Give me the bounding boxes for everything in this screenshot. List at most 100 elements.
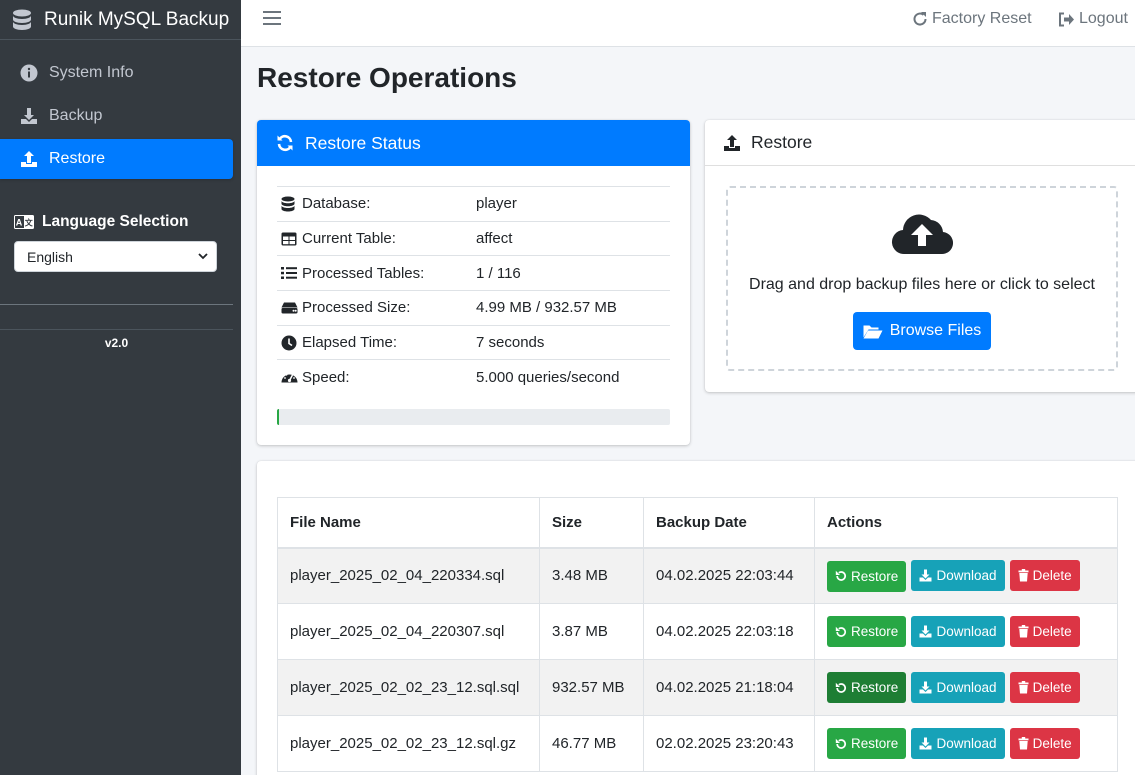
sync-icon (275, 133, 295, 153)
file-size-cell: 3.48 MB (539, 547, 644, 604)
column-header-backup-date: Backup Date (643, 497, 815, 549)
file-size-cell: 46.77 MB (539, 715, 644, 772)
upload-icon (19, 149, 39, 169)
restore-button[interactable]: Restore (827, 728, 907, 760)
delete-button[interactable]: Delete (1009, 615, 1080, 647)
trash-icon (1018, 736, 1029, 750)
clock-icon (281, 335, 299, 351)
delete-button[interactable]: Delete (1009, 560, 1080, 591)
cloud-upload-icon (892, 214, 953, 255)
upload-icon (723, 134, 741, 152)
undo-icon (835, 626, 847, 638)
actions-cell: Restore Download Delete (814, 547, 1118, 604)
sidebar-item-label: Restore (49, 150, 106, 167)
status-value: 1 / 116 (476, 264, 521, 282)
restore-button[interactable]: Restore (827, 616, 907, 648)
table-header-row: File Name Size Backup Date Actions (277, 497, 1118, 549)
backup-files-table: File Name Size Backup Date Actions playe… (277, 497, 1118, 772)
browse-files-button[interactable]: Browse Files (853, 312, 991, 350)
column-header-actions: Actions (814, 497, 1118, 549)
restore-button[interactable]: Restore (827, 560, 907, 592)
download-icon (919, 625, 932, 638)
brand[interactable]: Runik MySQL Backup (0, 0, 241, 40)
restore-button[interactable]: Restore (827, 672, 907, 704)
backup-date-cell: 04.02.2025 22:03:44 (643, 547, 815, 604)
svg-text:文: 文 (25, 218, 34, 228)
status-value: player (476, 195, 517, 213)
restore-status-card: Restore Status Database: player Current … (257, 120, 690, 445)
delete-button[interactable]: Delete (1009, 727, 1080, 759)
status-row: Database: player (277, 186, 670, 222)
divider (0, 304, 233, 305)
download-button[interactable]: Download (911, 671, 1005, 703)
page-title: Restore Operations (257, 62, 517, 93)
language-section: A文 Language Selection English (0, 182, 241, 272)
file-name-cell: player_2025_02_02_23_12.sql.gz (277, 715, 540, 772)
download-icon (19, 106, 39, 126)
download-button[interactable]: Download (911, 727, 1005, 759)
table-icon (281, 232, 299, 246)
backup-date-cell: 04.02.2025 21:18:04 (643, 659, 815, 716)
factory-reset-link[interactable]: Factory Reset (912, 10, 1032, 28)
status-row: Processed Tables: 1 / 116 (277, 255, 670, 291)
restore-status-header: Restore Status (257, 120, 690, 166)
undo-icon (835, 738, 847, 750)
brand-title: Runik MySQL Backup (44, 8, 230, 30)
undo-icon (835, 570, 847, 582)
database-icon (281, 196, 299, 212)
sidebar-item-restore[interactable]: Restore (0, 139, 233, 179)
sidebar-item-backup[interactable]: Backup (0, 96, 233, 136)
download-button[interactable]: Download (911, 560, 1005, 591)
delete-button[interactable]: Delete (1009, 671, 1080, 703)
file-name-cell: player_2025_02_04_220307.sql (277, 603, 540, 660)
drop-zone[interactable]: Drag and drop backup files here or click… (726, 186, 1118, 371)
status-row: Processed Size: 4.99 MB / 932.57 MB (277, 290, 670, 326)
status-value: 5.000 queries/second (476, 369, 620, 387)
status-table: Database: player Current Table: affect P… (277, 186, 670, 395)
database-icon (13, 9, 31, 30)
status-row: Current Table: affect (277, 221, 670, 256)
menu-toggle-icon[interactable] (263, 9, 281, 27)
version-label: v2.0 (104, 336, 129, 350)
svg-text:A: A (16, 218, 23, 228)
sidebar: Runik MySQL Backup System Info Backup Re… (0, 0, 241, 775)
list-icon (281, 266, 299, 280)
download-icon (919, 681, 932, 694)
actions-cell: Restore Download Delete (814, 715, 1118, 772)
status-value: 4.99 MB / 932.57 MB (476, 299, 617, 317)
trash-icon (1018, 624, 1029, 638)
restore-upload-header: Restore (705, 120, 1135, 166)
sign-out-icon (1058, 12, 1075, 27)
sidebar-nav: System Info Backup Restore (0, 40, 241, 179)
backup-files-card: File Name Size Backup Date Actions playe… (257, 461, 1135, 775)
file-name-cell: player_2025_02_04_220334.sql (277, 547, 540, 604)
file-size-cell: 932.57 MB (539, 659, 644, 716)
sidebar-item-system-info[interactable]: System Info (0, 53, 233, 93)
info-circle-icon (19, 63, 39, 83)
status-value: affect (476, 230, 513, 248)
drop-zone-text: Drag and drop backup files here or click… (749, 276, 1095, 293)
trash-icon (1018, 569, 1029, 582)
actions-cell: Restore Download Delete (814, 659, 1118, 716)
backup-date-cell: 02.02.2025 23:20:43 (643, 715, 815, 772)
table-row: player_2025_02_04_220307.sql 3.87 MB 04.… (277, 603, 1118, 660)
undo-icon (835, 682, 847, 694)
redo-icon (912, 11, 928, 27)
download-icon (919, 569, 932, 582)
table-row: player_2025_02_04_220334.sql 3.48 MB 04.… (277, 547, 1118, 604)
restore-progress (277, 409, 670, 425)
sidebar-item-label: Backup (49, 107, 103, 124)
download-button[interactable]: Download (911, 615, 1005, 647)
status-value: 7 seconds (476, 334, 545, 352)
actions-cell: Restore Download Delete (814, 603, 1118, 660)
gauge-icon (281, 370, 299, 385)
language-select[interactable]: English (14, 241, 217, 272)
chevron-down-icon (198, 253, 208, 260)
language-title: A文 Language Selection (14, 213, 189, 230)
table-row: player_2025_02_02_23_12.sql.sql 932.57 M… (277, 659, 1118, 716)
sidebar-item-label: System Info (49, 64, 134, 81)
hdd-icon (281, 302, 299, 314)
status-row: Speed: 5.000 queries/second (277, 359, 670, 395)
status-row: Elapsed Time: 7 seconds (277, 325, 670, 360)
logout-link[interactable]: Logout (1058, 10, 1128, 28)
